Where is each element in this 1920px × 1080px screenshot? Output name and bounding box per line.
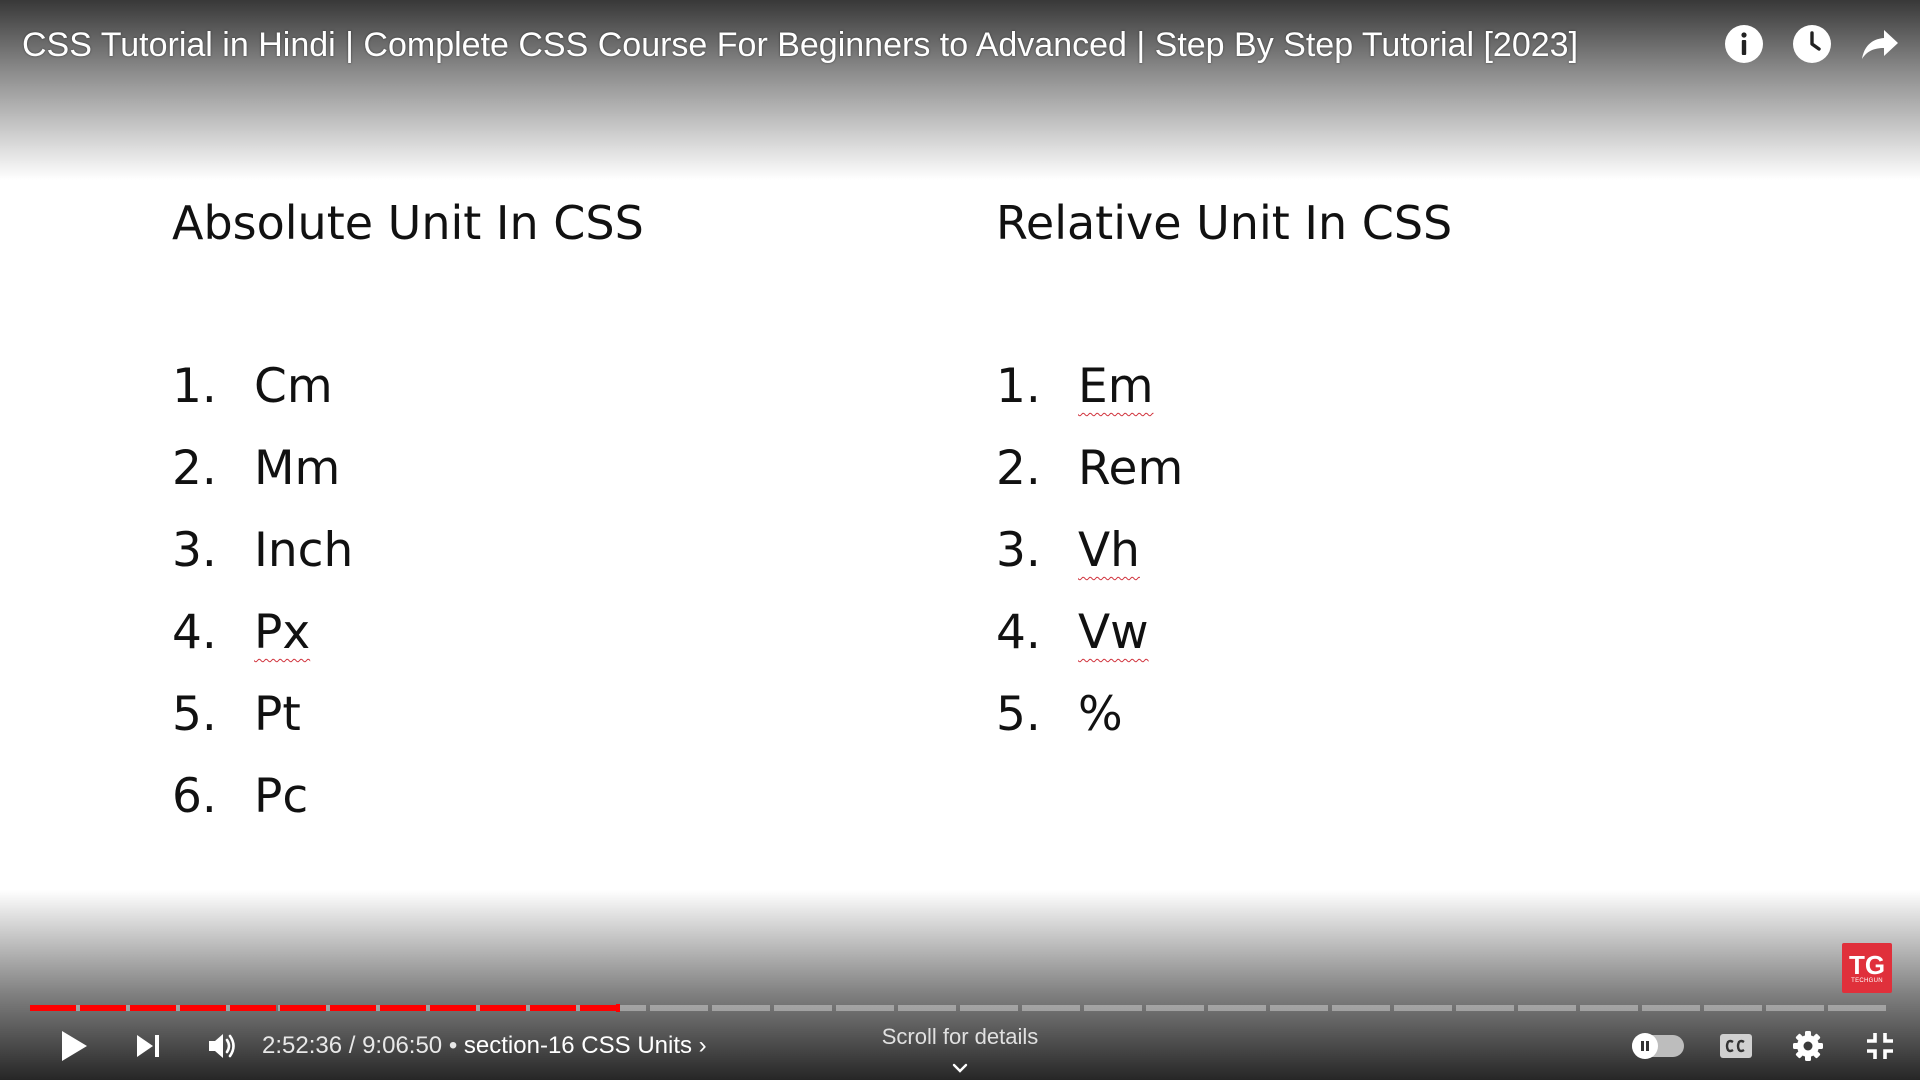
list-item: 4. Vw — [996, 592, 1452, 674]
info-button[interactable] — [1724, 20, 1764, 68]
volume-icon — [209, 1034, 235, 1058]
item-number: 6. — [172, 769, 217, 824]
scrubber-handle[interactable] — [615, 1004, 620, 1012]
settings-gear-icon — [1793, 1031, 1823, 1061]
top-actions — [1724, 20, 1900, 68]
chevron-down-icon — [952, 1063, 968, 1073]
play-button[interactable] — [54, 1022, 94, 1070]
scroll-for-details[interactable]: Scroll for details — [800, 1022, 1120, 1080]
item-number: 1. — [172, 359, 217, 414]
absolute-units-list: 1. Cm 2. Mm 3. Inch 4. Px 5. Pt 6. Pc — [172, 346, 644, 838]
unit-name: Px — [254, 605, 311, 660]
relative-units-list: 1. Em 2. Rem 3. Vh 4. Vw 5.% — [996, 346, 1452, 756]
item-number: 4. — [996, 605, 1041, 660]
item-number: 2. — [172, 441, 217, 496]
chevron-right-icon: › — [698, 1032, 707, 1059]
watch-later-button[interactable] — [1792, 20, 1832, 68]
list-item: 3. Inch — [172, 510, 644, 592]
list-item: 6. Pc — [172, 756, 644, 838]
list-item: 1. Em — [996, 346, 1452, 428]
right-controls — [1632, 1020, 1900, 1072]
share-button[interactable] — [1860, 20, 1900, 68]
skip-next-icon — [137, 1035, 159, 1057]
list-item: 2. Mm — [172, 428, 644, 510]
item-number: 2. — [996, 441, 1041, 496]
scroll-hint-label: Scroll for details — [881, 1024, 1039, 1049]
unit-name: Cm — [254, 359, 333, 414]
channel-watermark[interactable]: TG TECHGUN — [1842, 943, 1892, 993]
list-item: 2. Rem — [996, 428, 1452, 510]
list-item: 3. Vh — [996, 510, 1452, 592]
badge-letters: TG — [1848, 949, 1886, 980]
autoplay-toggle[interactable] — [1632, 1033, 1684, 1059]
video-player[interactable]: Absolute Unit In CSS 1. Cm 2. Mm 3. Inch 4.… — [0, 0, 1920, 1080]
play-icon — [62, 1031, 87, 1061]
unit-name: % — [1078, 687, 1123, 742]
unit-name: Mm — [254, 441, 341, 496]
separator-dot: • — [448, 1032, 458, 1059]
pause-icon — [1641, 1041, 1649, 1051]
absolute-units-column: Absolute Unit In CSS 1. Cm 2. Mm 3. Inch 4.… — [172, 200, 644, 838]
chapter-title-button[interactable]: section-16 CSS Units › — [464, 1032, 707, 1059]
unit-name: Inch — [254, 523, 354, 578]
item-number: 5. — [996, 687, 1041, 742]
list-item: 5. Pt — [172, 674, 644, 756]
exit-fullscreen-icon — [1867, 1033, 1893, 1059]
info-icon — [1725, 25, 1763, 63]
relative-units-heading: Relative Unit In CSS — [996, 196, 1453, 250]
item-number: 3. — [172, 523, 217, 578]
toggle-knob — [1632, 1033, 1658, 1059]
badge-subtext: TECHGUN — [1851, 977, 1883, 984]
item-number: 3. — [996, 523, 1041, 578]
unit-name: Vh — [1078, 523, 1140, 578]
absolute-units-heading: Absolute Unit In CSS — [172, 196, 644, 250]
video-title[interactable]: CSS Tutorial in Hindi | Complete CSS Cou… — [22, 22, 1662, 68]
item-number: 5. — [172, 687, 217, 742]
relative-units-column: Relative Unit In CSS 1. Em 2. Rem 3. Vh 4. V… — [996, 200, 1452, 756]
list-item: 5.% — [996, 674, 1452, 756]
captions-icon — [1720, 1034, 1752, 1058]
watch-later-icon — [1793, 25, 1831, 63]
volume-button[interactable] — [202, 1022, 242, 1070]
time-current-duration: 2:52:36 / 9:06:50 — [262, 1032, 443, 1059]
captions-button[interactable] — [1716, 1022, 1756, 1070]
unit-name: Rem — [1078, 441, 1184, 496]
item-number: 1. — [996, 359, 1041, 414]
share-icon — [1862, 30, 1898, 59]
settings-button[interactable] — [1788, 1022, 1828, 1070]
unit-name: Em — [1078, 359, 1154, 414]
list-item: 4. Px — [172, 592, 644, 674]
unit-name: Pc — [254, 769, 309, 824]
exit-fullscreen-button[interactable] — [1860, 1022, 1900, 1070]
unit-name: Vw — [1078, 605, 1149, 660]
list-item: 1. Cm — [172, 346, 644, 428]
progress-played — [30, 1005, 618, 1011]
progress-bar[interactable] — [30, 1004, 1890, 1012]
unit-name: Pt — [254, 687, 301, 742]
time-display: 2:52:36 / 9:06:50 • section-16 CSS Units… — [262, 1032, 707, 1060]
item-number: 4. — [172, 605, 217, 660]
chapter-title: section-16 CSS Units — [463, 1032, 692, 1059]
next-button[interactable] — [128, 1022, 168, 1070]
